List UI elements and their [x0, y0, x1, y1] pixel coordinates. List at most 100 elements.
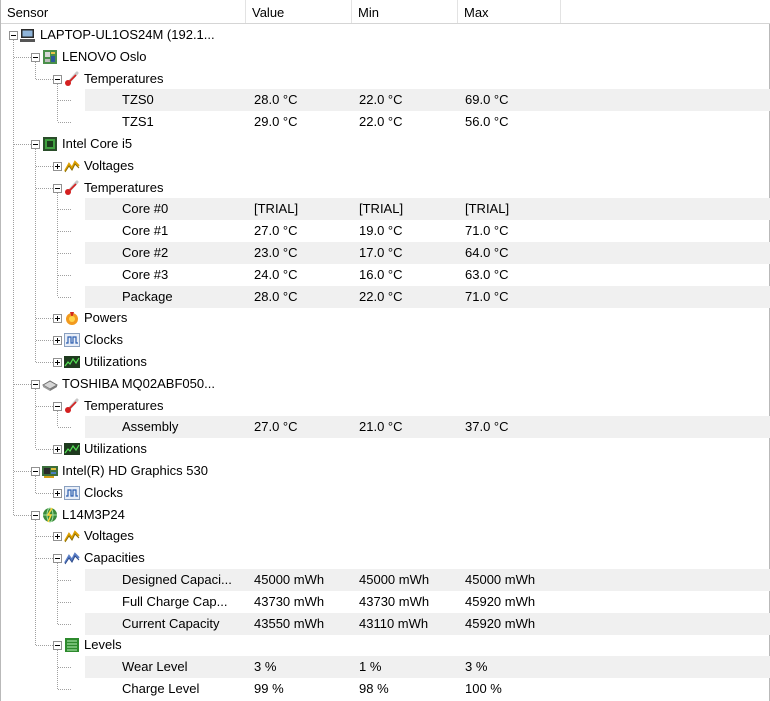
node-label: Voltages: [84, 158, 134, 173]
sensor-row-core0[interactable]: Core #0 [TRIAL] [TRIAL] [TRIAL]: [1, 198, 770, 220]
sensor-row-designed[interactable]: Designed Capaci... 45000 mWh 45000 mWh 4500…: [1, 569, 770, 591]
max-cell: 69.0 °C: [465, 92, 509, 107]
expand-button[interactable]: [53, 336, 62, 345]
value-cell: 27.0 °C: [254, 223, 298, 238]
max-cell: 63.0 °C: [465, 267, 509, 282]
expand-button[interactable]: [53, 532, 62, 541]
sensor-row-tzs0[interactable]: TZS0 28.0 °C 22.0 °C 69.0 °C: [1, 89, 770, 111]
thermometer-icon: [65, 180, 79, 195]
sensor-row-core1[interactable]: Core #1 27.0 °C 19.0 °C 71.0 °C: [1, 220, 770, 242]
utilization-icon: [64, 443, 80, 455]
sensor-row-charge[interactable]: Charge Level 99 % 98 % 100 %: [1, 678, 770, 700]
min-cell: 1 %: [359, 659, 382, 674]
collapse-button[interactable]: [31, 380, 40, 389]
column-max[interactable]: Max: [458, 0, 561, 23]
tree-node-bat-volt[interactable]: Voltages: [1, 525, 770, 547]
node-label: Full Charge Cap...: [122, 594, 228, 609]
cpu-icon: [43, 137, 57, 151]
collapse-button[interactable]: [31, 53, 40, 62]
value-cell: 24.0 °C: [254, 267, 298, 282]
value-cell: 43730 mWh: [254, 594, 325, 609]
min-cell: 22.0 °C: [359, 114, 403, 129]
clock-icon: [64, 486, 80, 500]
tree-node-gpu-clocks[interactable]: Clocks: [1, 482, 770, 504]
row-values: [85, 242, 770, 264]
sensor-row-tzs1[interactable]: TZS1 29.0 °C 22.0 °C 56.0 °C: [1, 111, 770, 133]
column-min[interactable]: Min: [352, 0, 458, 23]
expand-button[interactable]: [53, 162, 62, 171]
tree-node-cpu-powers[interactable]: Powers: [1, 307, 770, 329]
tree-node-hdd-temps[interactable]: Temperatures: [1, 395, 770, 417]
value-cell: 23.0 °C: [254, 245, 298, 260]
collapse-button[interactable]: [53, 554, 62, 563]
expand-button[interactable]: [53, 445, 62, 454]
motherboard-icon: [43, 50, 57, 64]
node-label: Charge Level: [122, 681, 200, 696]
expand-button[interactable]: [53, 358, 62, 367]
level-icon: [65, 638, 79, 652]
sensor-row-fullcharge[interactable]: Full Charge Cap... 43730 mWh 43730 mWh 4592…: [1, 591, 770, 613]
row-values: [85, 416, 770, 438]
column-sensor[interactable]: Sensor: [1, 0, 246, 23]
tree-node-cpu-clocks[interactable]: Clocks: [1, 329, 770, 351]
min-cell: 98 %: [359, 681, 389, 696]
value-cell: 45000 mWh: [254, 572, 325, 587]
expand-button[interactable]: [53, 314, 62, 323]
column-value[interactable]: Value: [246, 0, 352, 23]
row-values: [85, 286, 770, 308]
tree-node-hdd[interactable]: TOSHIBA MQ02ABF050...: [1, 373, 770, 395]
min-cell: 21.0 °C: [359, 419, 403, 434]
tree-node-levels[interactable]: Levels: [1, 634, 770, 656]
sensor-row-assembly[interactable]: Assembly 27.0 °C 21.0 °C 37.0 °C: [1, 416, 770, 438]
sensor-row-current[interactable]: Current Capacity 43550 mWh 43110 mWh 45920 …: [1, 613, 770, 635]
collapse-button[interactable]: [53, 75, 62, 84]
tree-node-lenovo-temps[interactable]: Temperatures: [1, 68, 770, 90]
node-label: TOSHIBA MQ02ABF050...: [62, 376, 215, 391]
sensor-window: Sensor Value Min Max LAPTOP-UL1OS24M (19…: [0, 0, 770, 701]
node-label: Voltages: [84, 528, 134, 543]
tree-node-cpu-util[interactable]: Utilizations: [1, 351, 770, 373]
tree-node-lenovo[interactable]: LENOVO Oslo: [1, 46, 770, 68]
node-label: Wear Level: [122, 659, 188, 674]
max-cell: [TRIAL]: [465, 201, 510, 216]
node-label: TZS0: [122, 92, 154, 107]
max-cell: 37.0 °C: [465, 419, 509, 434]
collapse-button[interactable]: [31, 511, 40, 520]
min-cell: 16.0 °C: [359, 267, 403, 282]
tree-node-gpu[interactable]: Intel(R) HD Graphics 530: [1, 460, 770, 482]
collapse-button[interactable]: [9, 31, 18, 40]
sensor-row-package[interactable]: Package 28.0 °C 22.0 °C 71.0 °C: [1, 286, 770, 308]
collapse-button[interactable]: [53, 184, 62, 193]
thermometer-icon: [65, 71, 79, 86]
max-cell: 64.0 °C: [465, 245, 509, 260]
node-label: Intel Core i5: [62, 136, 133, 151]
tree-node-bat-cap[interactable]: Capacities: [1, 547, 770, 569]
tree-node-laptop[interactable]: LAPTOP-UL1OS24M (192.1...: [1, 24, 770, 46]
utilization-icon: [64, 356, 80, 368]
sensor-row-core2[interactable]: Core #2 23.0 °C 17.0 °C 64.0 °C: [1, 242, 770, 264]
tree-node-cpu-volt[interactable]: Voltages: [1, 155, 770, 177]
max-cell: 71.0 °C: [465, 289, 509, 304]
min-cell: 19.0 °C: [359, 223, 403, 238]
disk-icon: [42, 380, 58, 391]
sensor-row-wear[interactable]: Wear Level 3 % 1 % 3 %: [1, 656, 770, 678]
sensor-row-core3[interactable]: Core #3 24.0 °C 16.0 °C 63.0 °C: [1, 264, 770, 286]
tree-node-battery[interactable]: L14M3P24: [1, 504, 770, 526]
node-label: Core #3: [122, 267, 169, 282]
voltage-icon: [64, 530, 80, 543]
tree-node-cpu-temps[interactable]: Temperatures: [1, 177, 770, 199]
collapse-button[interactable]: [31, 467, 40, 476]
tree-node-cpu[interactable]: Intel Core i5: [1, 133, 770, 155]
value-cell: [TRIAL]: [254, 201, 299, 216]
tree-node-hdd-util[interactable]: Utilizations: [1, 438, 770, 460]
collapse-button[interactable]: [53, 641, 62, 650]
value-cell: 3 %: [254, 659, 277, 674]
node-label: Core #1: [122, 223, 169, 238]
collapse-button[interactable]: [31, 140, 40, 149]
min-cell: 22.0 °C: [359, 289, 403, 304]
expand-button[interactable]: [53, 489, 62, 498]
gpu-icon: [42, 466, 58, 478]
node-label: L14M3P24: [62, 507, 125, 522]
min-cell: 43730 mWh: [359, 594, 430, 609]
collapse-button[interactable]: [53, 402, 62, 411]
